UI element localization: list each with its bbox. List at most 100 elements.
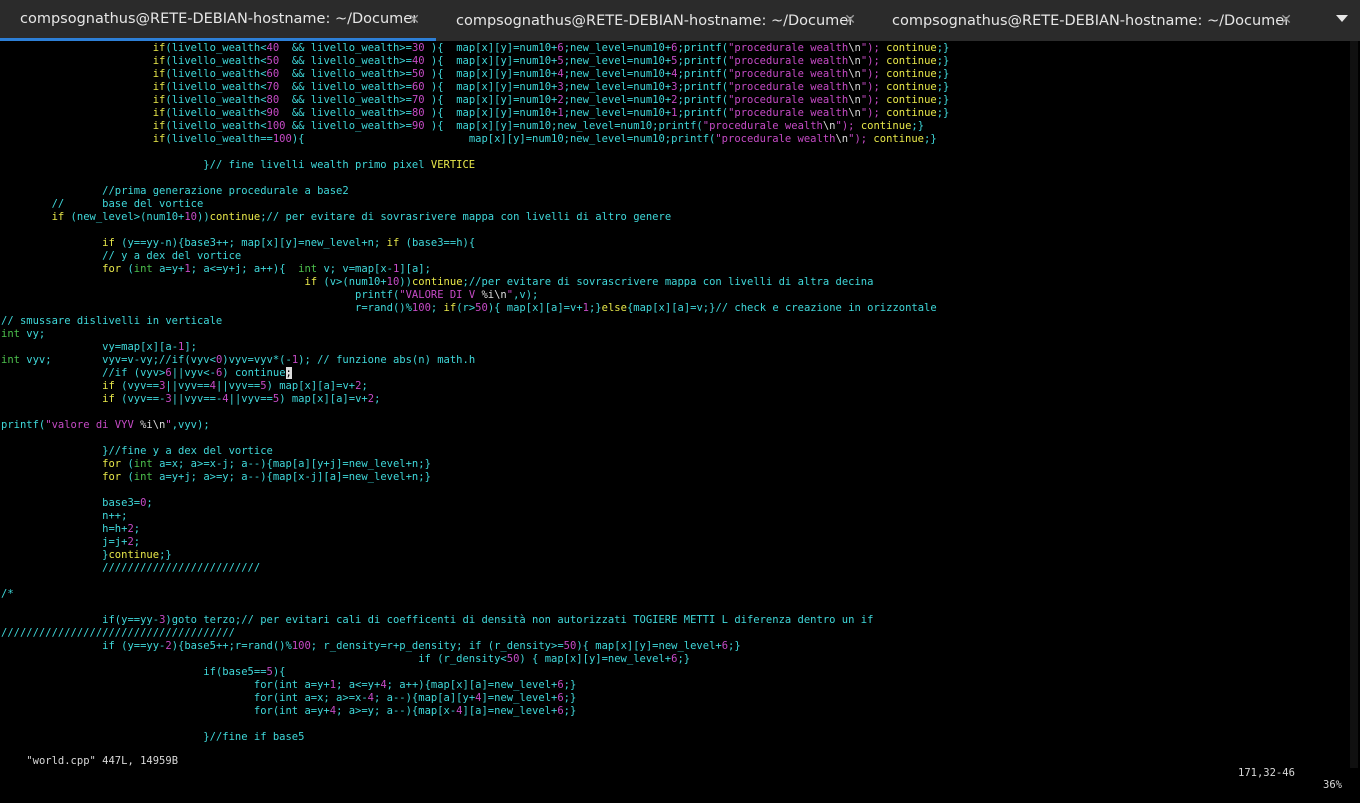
code-line: if(livello_wealth<60 && livello_wealth>=… (1, 68, 950, 81)
code-token: ) continue (222, 367, 286, 379)
close-tab-icon[interactable]: ✕ (408, 12, 420, 28)
code-token: //prima generazione procedurale a base2 (102, 185, 349, 197)
code-line: ///////////////////////////////////// (1, 627, 235, 640)
code-line: for(int a=y+4; a>=y; a--){map[x-4][a]=ne… (1, 705, 576, 718)
code-token: if (304, 276, 318, 288)
code-token: int (298, 263, 318, 275)
code-token: "); (860, 42, 887, 54)
code-token: ){ map[x][y]=new_level+ (576, 640, 722, 652)
code-token: }//fine if base5 (203, 731, 305, 743)
code-token: )goto terzo;// per evitari cali di coeff… (165, 614, 874, 626)
code-token: int (133, 458, 153, 470)
code-token: (vyv==- (114, 393, 166, 405)
code-token: \n (848, 55, 861, 67)
code-line: }//fine y a dex del vortice (1, 445, 273, 458)
code-token: ) { map[x][y]=new_level+ (519, 653, 672, 665)
code-line: ///////////////////////// (1, 562, 260, 575)
code-line: printf("VALORE DI V %i\n",v); (1, 289, 538, 302)
code-token: continue (860, 120, 912, 132)
tab-terminal-3[interactable]: compsognathus@RETE-DEBIAN-hostname: ~/Do… (872, 0, 1308, 41)
code-token: )) (197, 211, 210, 223)
code-token: 10 (184, 211, 197, 223)
code-line: for(int a=y+1; a<=y+4; a++){map[x][a]=ne… (1, 679, 576, 692)
code-token: \n (835, 133, 849, 145)
code-line: for(int a=x; a>=x-4; a--){map[a][y+4]=ne… (1, 692, 576, 705)
code-token: ;} (924, 133, 937, 145)
terminal-area[interactable]: if (livello_wealth< 40 && livello_wealth>=… (0, 41, 1360, 791)
code-token: ]; (184, 341, 197, 353)
code-token: ; a>=y; a--){map[x- (336, 705, 457, 717)
tab-title: compsognathus@RETE-DEBIAN-hostname: ~/Do… (20, 11, 415, 27)
scrollbar[interactable] (1350, 41, 1358, 768)
tab-menu-chevron-down-icon[interactable] (1336, 15, 1348, 22)
code-token: vy; (19, 328, 46, 340)
code-line: if (r_density<50) { map[x][y]=new_level+… (1, 653, 690, 666)
code-token: if (152, 133, 166, 145)
code-token: ; a--){map[a][y+ (374, 692, 476, 704)
tab-terminal-2[interactable]: compsognathus@RETE-DEBIAN-hostname: ~/Do… (436, 0, 872, 41)
code-token: (livello_wealth< (165, 55, 267, 67)
code-token: ; (133, 523, 141, 535)
code-line: if (vyv==-3||vyv==-4||vyv==5) map[x][a]=… (1, 393, 380, 406)
code-token: if(base5== (203, 666, 267, 678)
tab-terminal-1[interactable]: compsognathus@RETE-DEBIAN-hostname: ~/Do… (0, 0, 436, 41)
code-token: ; a<=y+ (336, 679, 381, 691)
code-token: 50 (475, 302, 488, 314)
code-token: ){ map[x][y]=num10;new_level=num10;print… (291, 133, 716, 145)
code-token: int (1, 354, 20, 366)
code-token: ;} (936, 107, 950, 119)
tab-bar: compsognathus@RETE-DEBIAN-hostname: ~/Do… (0, 0, 1360, 42)
code-line: if(livello_wealth<70 && livello_wealth>=… (1, 81, 950, 94)
code-token: if (y==yy- (102, 640, 166, 652)
code-token: 40 (411, 55, 425, 67)
code-token: ;} (159, 549, 172, 561)
code-token: && livello_wealth>= (279, 42, 412, 54)
code-token: continue (873, 133, 924, 145)
code-token: "VALORE DI V (399, 289, 482, 301)
code-token: ){ map[x][y]=num10+ (424, 81, 558, 93)
status-line: "world.cpp" 447L, 14959B 171,32-46 36% (1, 743, 1351, 791)
code-token: continue (411, 276, 463, 288)
code-line: for (int a=y+j; a>=y; a--){map[x-j][a]=n… (1, 471, 431, 484)
code-token: ][a]; (399, 263, 431, 275)
code-token: ||vyv==- (171, 393, 223, 405)
close-tab-icon[interactable]: ✕ (1280, 12, 1292, 28)
code-token: 100 (266, 120, 286, 132)
code-line: for (int a=x; a>=x-j; a--){map[a][y+j]=n… (1, 458, 431, 471)
code-line: base3=0; (1, 497, 153, 510)
code-token: ( (121, 471, 134, 483)
code-token: (new_level>(num10+ (64, 211, 185, 223)
code-token: h=h+ (102, 523, 128, 535)
code-token: ][a]=new_level+ (462, 705, 558, 717)
code-token: ;printf( (677, 68, 729, 80)
close-tab-icon[interactable]: ✕ (844, 12, 856, 28)
code-token: )) (399, 276, 412, 288)
code-token: for (102, 471, 122, 483)
code-token: && livello_wealth>= (279, 94, 412, 106)
code-line: printf("valore di VYV %i\n",vyv); (1, 419, 210, 432)
code-token: (base3==h){ (399, 237, 476, 249)
code-token: if(y==yy- (102, 614, 160, 626)
code-token: 100 (291, 640, 311, 652)
code-token: ){ (272, 666, 286, 678)
code-token: ){ map[x][a]=v+ (487, 302, 583, 314)
code-token: // y a dex del vortice (102, 250, 242, 262)
code-token: ;} (936, 94, 950, 106)
code-line: /* (1, 588, 14, 601)
code-token: if (152, 94, 166, 106)
code-token: "procedurale wealth (728, 94, 849, 106)
code-token: (livello_wealth< (165, 42, 267, 54)
